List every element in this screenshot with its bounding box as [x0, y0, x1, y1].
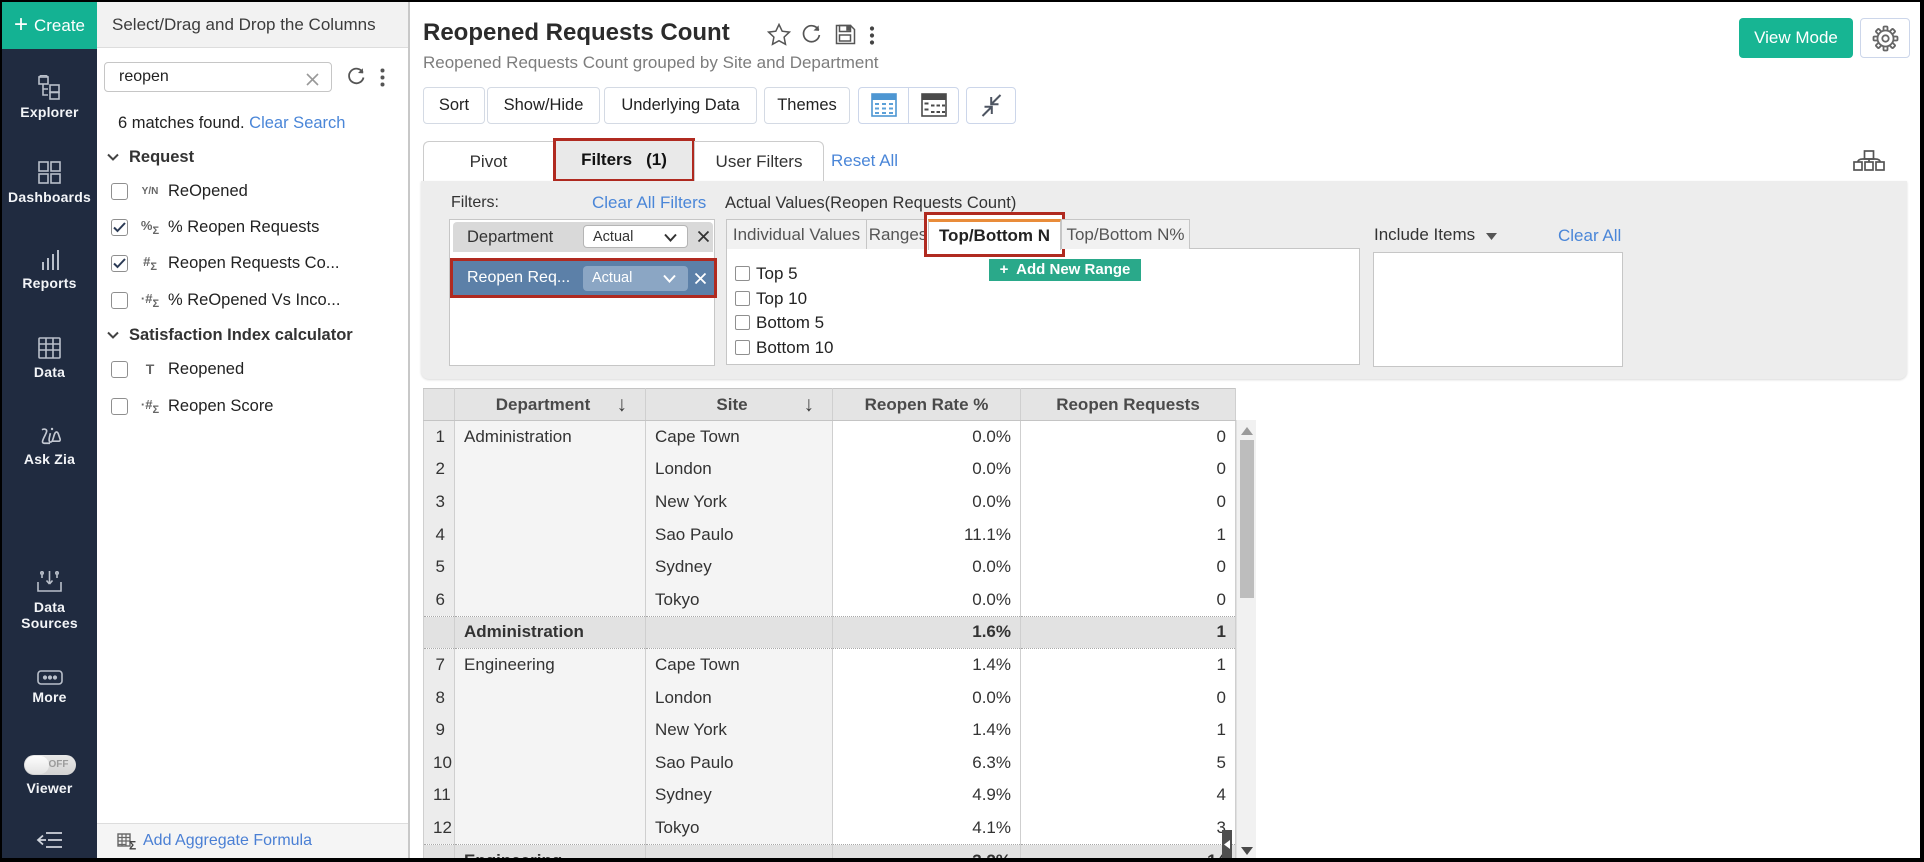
- svg-text:Σ: Σ: [129, 838, 136, 850]
